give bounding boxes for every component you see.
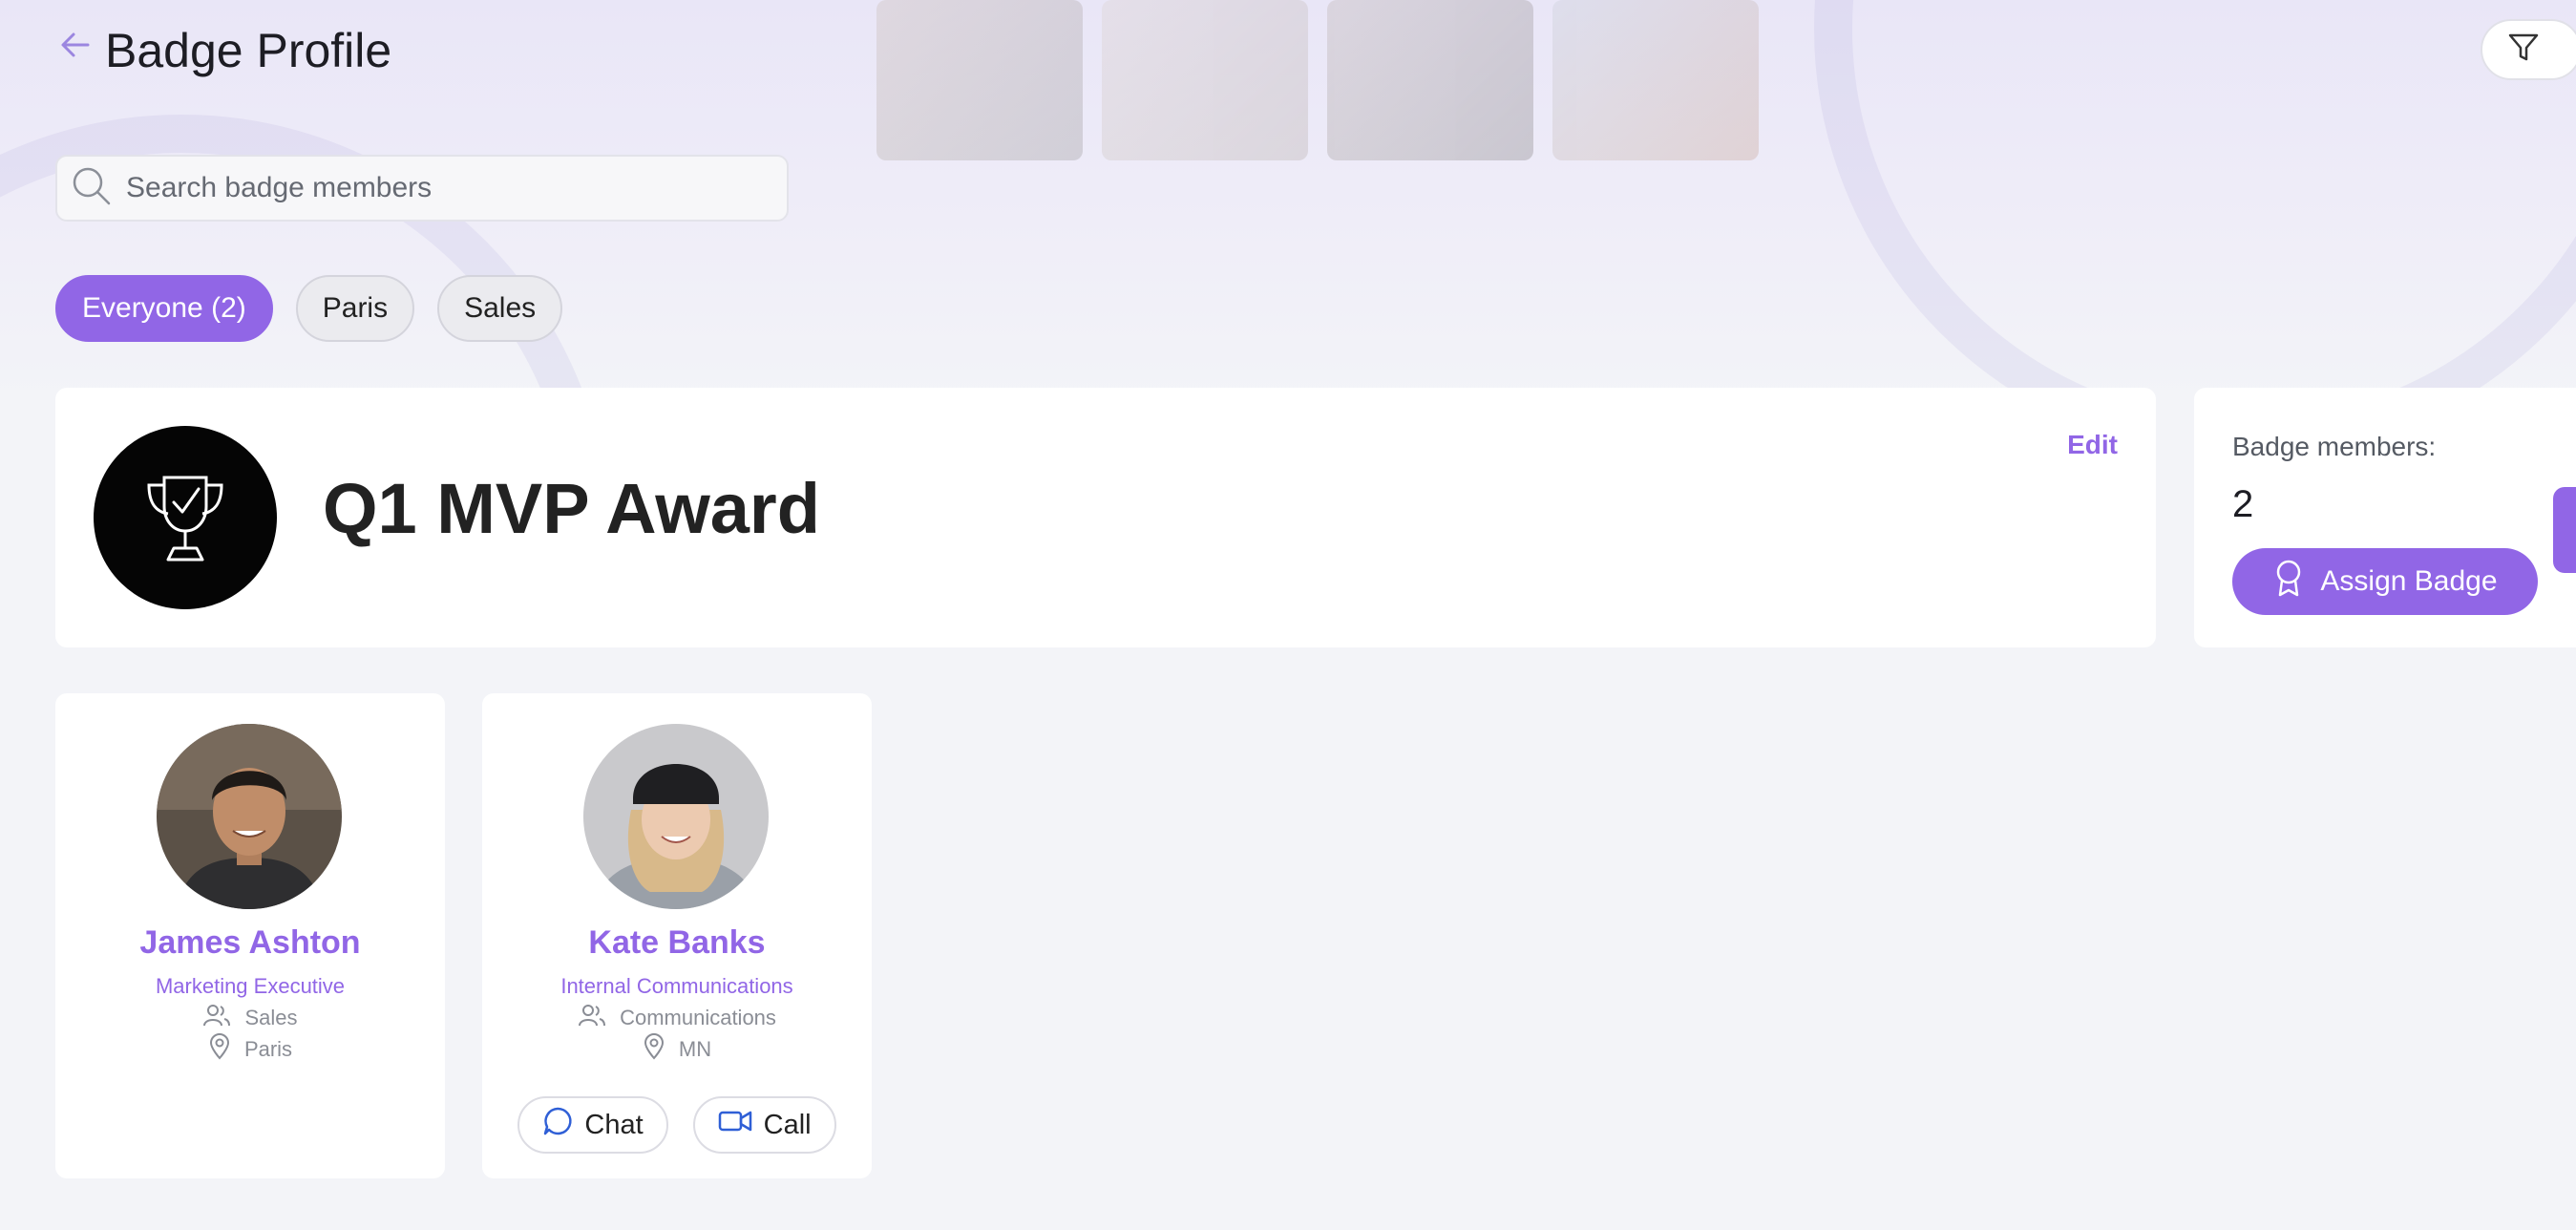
call-button[interactable]: Call — [692, 1096, 836, 1154]
avatar — [583, 724, 769, 909]
badge-members-card: Badge members: 2 Assign Badge — [2194, 388, 2576, 647]
badge-members-count: 2 — [2232, 483, 2254, 525]
search-box — [55, 155, 789, 222]
member-actions: Chat Call — [482, 1096, 872, 1154]
page-title: Badge Profile — [105, 24, 392, 77]
side-panel-tab[interactable] — [2553, 487, 2576, 573]
member-department-label: Sales — [244, 1006, 298, 1029]
member-department: Communications — [482, 1003, 872, 1033]
chat-button-label: Chat — [584, 1109, 644, 1140]
member-department: Sales — [55, 1003, 445, 1033]
member-location: Paris — [55, 1033, 445, 1066]
award-ribbon-icon — [2272, 559, 2305, 604]
member-card[interactable]: James Ashton Marketing Executive Sales P… — [55, 693, 445, 1178]
filter-chips: Everyone (2) Paris Sales — [55, 275, 563, 342]
search-icon — [71, 165, 113, 212]
badge-profile-page: Badge Profile Everyone (2) Paris Sales — [0, 0, 2576, 1230]
arrow-left-icon[interactable] — [59, 29, 92, 61]
video-camera-icon — [718, 1108, 752, 1142]
member-card[interactable]: Kate Banks Internal Communications Commu… — [482, 693, 872, 1178]
avatar — [157, 724, 342, 909]
map-pin-icon — [643, 1033, 665, 1066]
header-photo — [1327, 0, 1533, 160]
call-button-label: Call — [763, 1109, 812, 1140]
decorative-arc — [1814, 0, 2576, 401]
filter-chip-everyone[interactable]: Everyone (2) — [55, 275, 273, 342]
map-pin-icon — [208, 1033, 231, 1066]
edit-badge-link[interactable]: Edit — [2067, 430, 2118, 460]
chat-button[interactable]: Chat — [517, 1096, 668, 1154]
badge-members-label: Badge members: — [2232, 432, 2437, 461]
member-location-label: MN — [678, 1037, 712, 1061]
funnel-icon — [2507, 32, 2540, 69]
member-department-label: Communications — [620, 1006, 776, 1029]
badge-summary-card: Q1 MVP Award Edit — [55, 388, 2156, 647]
users-icon — [202, 1003, 231, 1033]
filter-button[interactable] — [2481, 19, 2576, 80]
badge-name: Q1 MVP Award — [323, 469, 820, 548]
chat-bubble-icon — [542, 1106, 573, 1144]
header-photo — [1102, 0, 1308, 160]
member-name[interactable]: James Ashton — [55, 924, 445, 962]
header-photo — [876, 0, 1083, 160]
header-photo — [1552, 0, 1759, 160]
users-icon — [578, 1003, 606, 1033]
member-role: Marketing Executive — [155, 974, 346, 998]
assign-badge-button[interactable]: Assign Badge — [2232, 548, 2538, 615]
assign-badge-label: Assign Badge — [2320, 565, 2498, 597]
member-location: MN — [482, 1033, 872, 1066]
trophy-check-icon — [94, 426, 277, 609]
member-role: Internal Communications — [560, 974, 793, 998]
filter-chip-sales[interactable]: Sales — [437, 275, 563, 342]
member-location-label: Paris — [243, 1037, 293, 1061]
member-name[interactable]: Kate Banks — [482, 924, 872, 962]
header-photo-strip — [876, 0, 1759, 160]
search-input[interactable] — [126, 172, 756, 204]
filter-chip-paris[interactable]: Paris — [295, 275, 415, 342]
